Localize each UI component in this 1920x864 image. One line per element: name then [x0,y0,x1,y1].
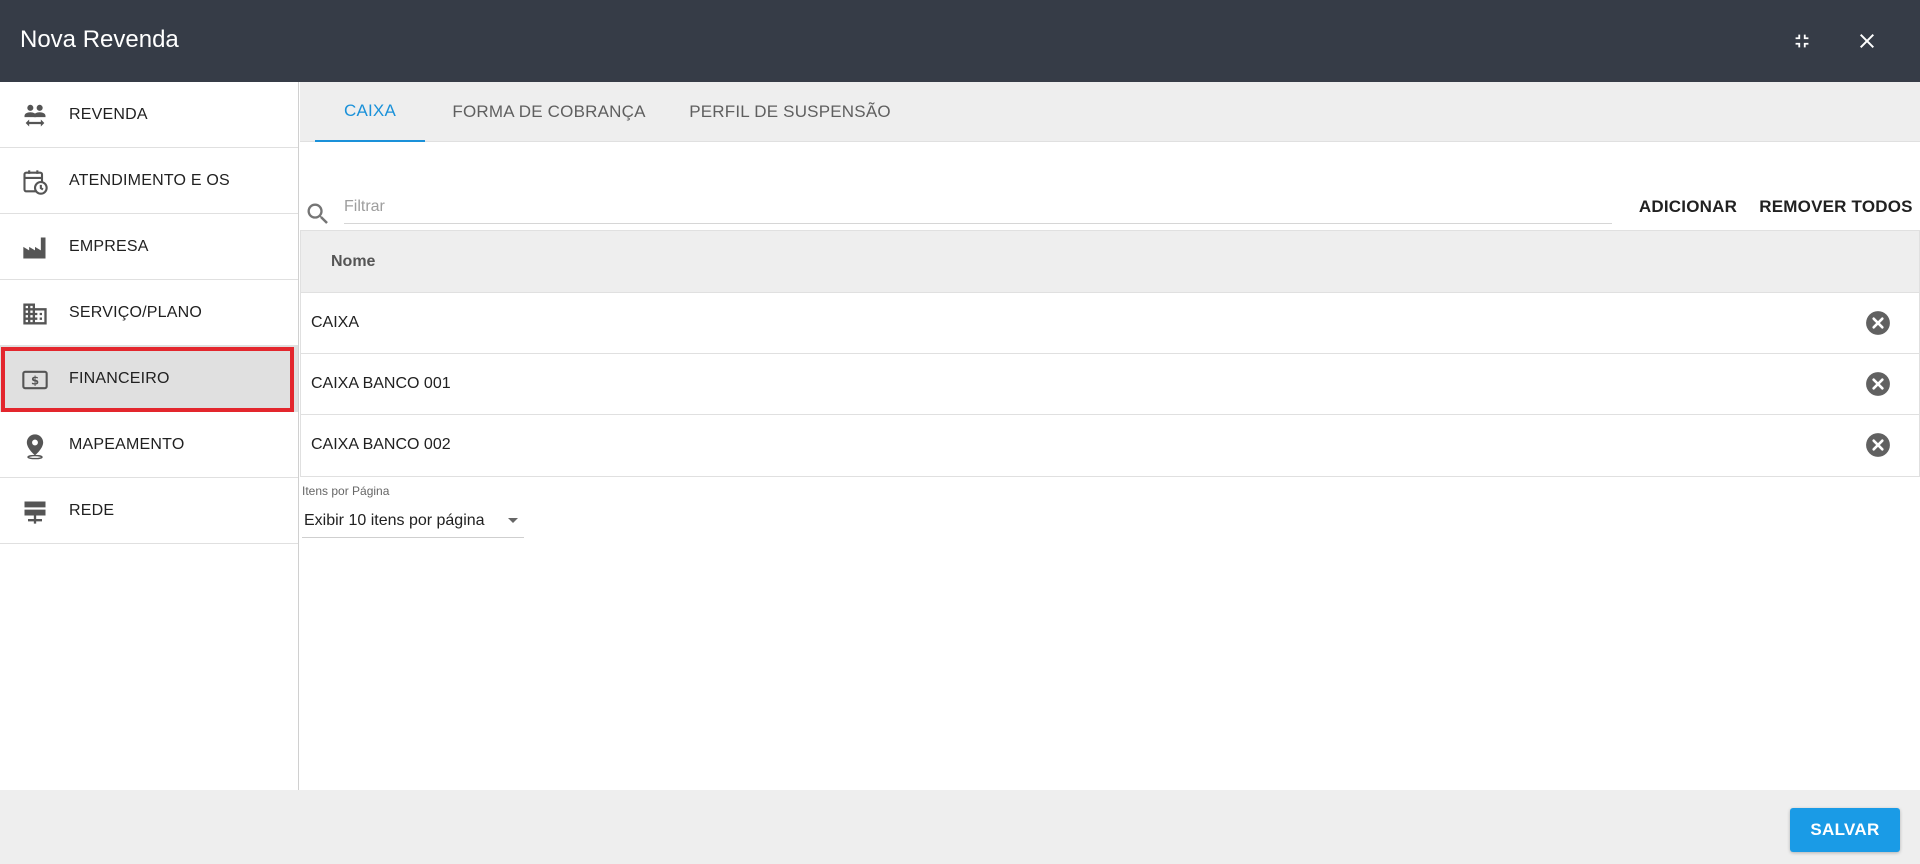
sidebar-item-revenda[interactable]: REVENDA [0,82,298,148]
remove-row-icon[interactable] [1865,432,1891,458]
people-swap-icon [20,101,50,131]
dialog-header: Nova Revenda [0,0,1920,82]
save-button[interactable]: SALVAR [1790,808,1900,852]
search-icon [307,203,328,224]
sidebar-item-label: ATENDIMENTO E OS [69,172,230,189]
dialog-title: Nova Revenda [20,26,179,53]
sidebar-item-label: FINANCEIRO [69,370,170,387]
factory-icon [20,233,50,263]
sidebar-item-financeiro[interactable]: $ FINANCEIRO [0,346,298,412]
close-icon [1860,34,1874,48]
sidebar: REVENDA ATENDIMENTO E OS EMPRESA SERVIÇO… [0,82,299,790]
items-per-page-label: Itens por Página [302,484,390,498]
tab-bar: CAIXA FORMA DE COBRANÇA PERFIL DE SUSPEN… [300,82,1920,142]
sidebar-item-servico-plano[interactable]: SERVIÇO/PLANO [0,280,298,346]
sidebar-item-label: EMPRESA [69,238,149,255]
add-button[interactable]: ADICIONAR [1628,192,1748,222]
column-header-nome: Nome [331,253,376,270]
building-icon [20,299,50,329]
close-button[interactable] [1851,25,1883,57]
sidebar-item-label: REVENDA [69,106,148,123]
network-server-icon [20,497,50,527]
calendar-clock-icon [20,167,50,197]
sidebar-item-atendimento[interactable]: ATENDIMENTO E OS [0,148,298,214]
sidebar-item-rede[interactable]: REDE [0,478,298,544]
remove-row-icon[interactable] [1865,310,1891,336]
items-per-page-select[interactable]: Exibir 10 itens por página [302,502,524,538]
location-pin-icon [20,431,50,461]
chevron-down-icon [508,518,518,523]
filter-input[interactable] [344,190,1612,224]
row-nome: CAIXA [311,314,360,331]
dialog-footer: SALVAR [0,790,1920,864]
remove-all-button[interactable]: REMOVER TODOS [1756,192,1916,222]
money-icon: $ [20,365,50,395]
tab-caixa[interactable]: CAIXA [315,82,425,142]
caixa-table: Nome CAIXA CAIXA BANCO 001 CAIXA BANCO 0… [300,230,1920,477]
table-header: Nome [301,231,1919,293]
row-nome: CAIXA BANCO 002 [311,436,451,453]
row-nome: CAIXA BANCO 001 [311,375,451,392]
sidebar-item-label: SERVIÇO/PLANO [69,304,203,321]
svg-text:$: $ [31,374,39,388]
table-row[interactable]: CAIXA [301,293,1919,354]
tab-perfil-de-suspensao[interactable]: PERFIL DE SUSPENSÃO [675,82,905,142]
tab-forma-de-cobranca[interactable]: FORMA DE COBRANÇA [440,82,658,142]
sidebar-item-empresa[interactable]: EMPRESA [0,214,298,280]
sidebar-item-label: REDE [69,502,115,519]
sidebar-item-label: MAPEAMENTO [69,436,185,453]
items-per-page-value: Exibir 10 itens por página [304,512,485,529]
main-content: CAIXA FORMA DE COBRANÇA PERFIL DE SUSPEN… [300,82,1920,790]
table-row[interactable]: CAIXA BANCO 002 [301,415,1919,476]
table-row[interactable]: CAIXA BANCO 001 [301,354,1919,415]
sidebar-item-mapeamento[interactable]: MAPEAMENTO [0,412,298,478]
fullscreen-exit-icon [1795,34,1809,48]
remove-row-icon[interactable] [1865,371,1891,397]
fullscreen-exit-button[interactable] [1786,25,1818,57]
